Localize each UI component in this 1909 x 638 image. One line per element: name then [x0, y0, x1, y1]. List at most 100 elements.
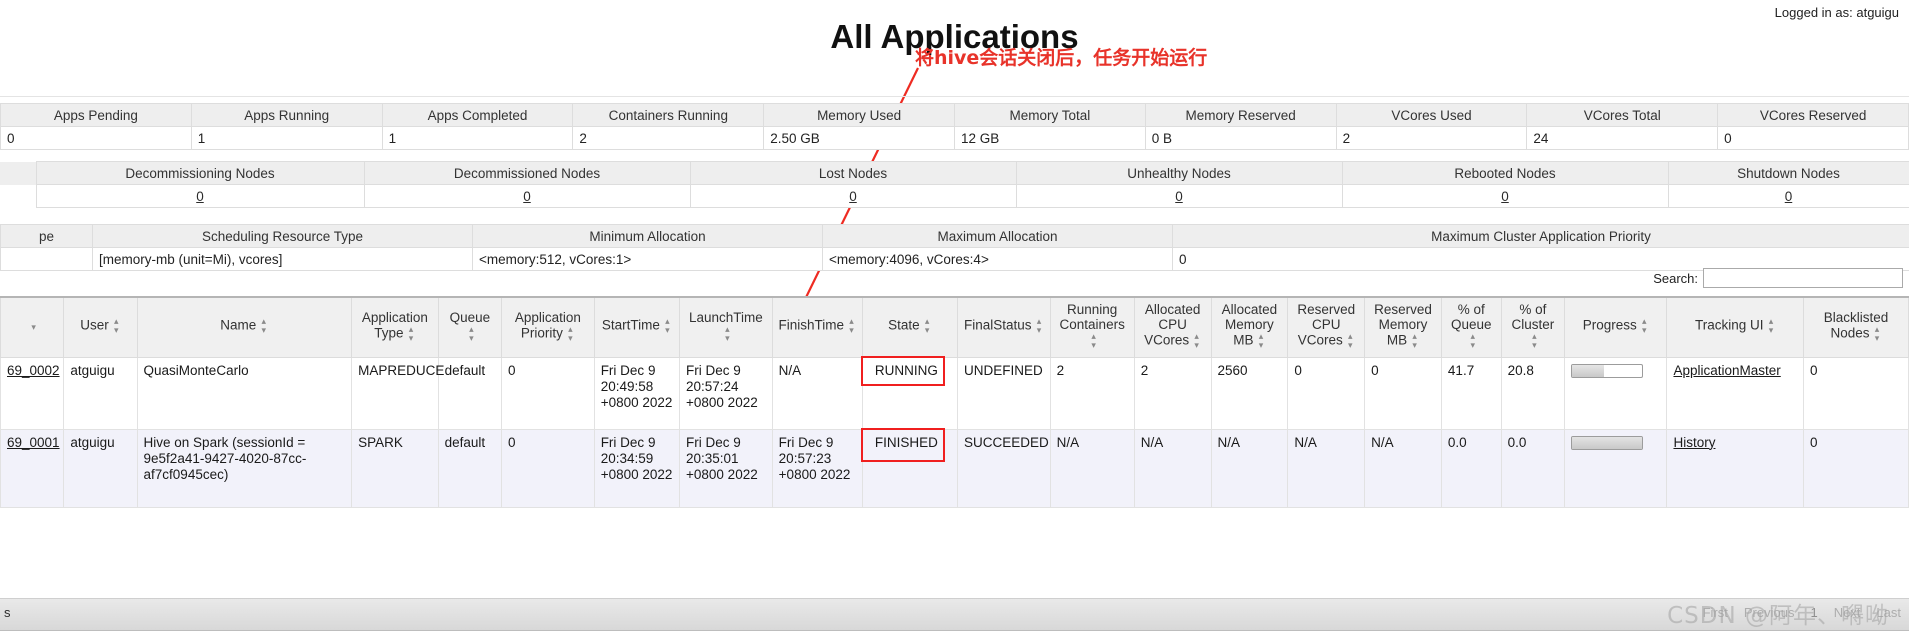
- cell-reserved-cpu-vcores: 0: [1287, 357, 1366, 430]
- applications-table-container: ▾ User ▴ ▾ Name ▴ ▾ Application Type ▴ ▾ Queue…: [0, 296, 1909, 598]
- annotation-text: 将hive会话关闭后，任务开始运行: [915, 47, 1208, 69]
- metric-header-maximum-allocation: Maximum Allocation: [822, 224, 1173, 248]
- column-header-pct-of-queue[interactable]: % of Queue ▴ ▾: [1440, 296, 1502, 358]
- metric-header-vcores-used: VCores Used: [1335, 103, 1528, 127]
- column-header-allocated-memory-mb[interactable]: Allocated Memory MB ▴ ▾: [1210, 296, 1289, 358]
- search-input[interactable]: [1703, 268, 1903, 288]
- cell-name: QuasiMonteCarlo: [136, 357, 353, 430]
- sort-icon: ▴ ▾: [725, 323, 730, 343]
- sort-icon: ▴ ▾: [924, 316, 930, 336]
- scheduler-metrics-header-row: pe Scheduling Resource Type Minimum Allo…: [0, 224, 1909, 248]
- lost-nodes-link[interactable]: 0: [849, 189, 857, 204]
- cell-pct-of-queue: 41.7: [1440, 357, 1502, 430]
- column-header-id[interactable]: ▾: [0, 296, 65, 358]
- table-row[interactable]: 69_0002 atguigu QuasiMonteCarlo MAPREDUC…: [0, 355, 1909, 430]
- table-row[interactable]: 69_0001 atguigu Hive on Spark (sessionId…: [0, 427, 1909, 508]
- cell-user: atguigu: [63, 357, 138, 430]
- rebooted-nodes-link[interactable]: 0: [1501, 189, 1509, 204]
- metric-header-memory-total: Memory Total: [953, 103, 1146, 127]
- column-header-application-priority[interactable]: Application Priority ▴ ▾: [501, 296, 595, 358]
- cell-finish-time: N/A: [771, 357, 863, 430]
- metric-header-apps-running: Apps Running: [190, 103, 383, 127]
- cell-pct-of-queue: 0.0: [1440, 429, 1502, 508]
- node-metrics-header-row: Decommissioning Nodes Decommissioned Nod…: [0, 161, 1909, 185]
- metric-header-decommissioning-nodes: Decommissioning Nodes: [35, 161, 365, 185]
- cell-blacklisted-nodes: 0: [1803, 429, 1909, 508]
- column-header-launch-time[interactable]: LaunchTime ▴ ▾: [679, 296, 773, 358]
- column-header-state[interactable]: State ▴ ▾: [861, 296, 958, 358]
- cell-running-containers: 2: [1049, 357, 1135, 430]
- cell-launch-time: Fri Dec 9 20:35:01 +0800 2022: [679, 429, 773, 508]
- metric-value-apps-running: 1: [190, 126, 383, 150]
- metric-header-shutdown-nodes: Shutdown Nodes: [1667, 161, 1909, 185]
- cell-application-priority: 0: [501, 357, 595, 430]
- sort-icon: ▴ ▾: [1768, 316, 1774, 336]
- column-header-name[interactable]: Name ▴ ▾: [136, 296, 353, 358]
- search-area: Search:: [1653, 268, 1903, 288]
- cell-allocated-memory-mb: N/A: [1210, 429, 1289, 508]
- sort-icon: ▴ ▾: [568, 323, 573, 343]
- cell-application-type: MAPREDUCE: [351, 357, 444, 430]
- showing-entries-label: s: [4, 605, 11, 620]
- cell-user: atguigu: [63, 429, 138, 508]
- column-header-allocated-cpu-vcores[interactable]: Allocated CPU VCores ▴ ▾: [1133, 296, 1212, 358]
- shutdown-nodes-link[interactable]: 0: [1785, 189, 1793, 204]
- cell-reserved-memory-mb: 0: [1364, 357, 1442, 430]
- cell-pct-of-cluster: 0.0: [1500, 429, 1566, 508]
- metric-header-scheduler-type: pe: [0, 224, 93, 248]
- column-header-start-time[interactable]: StartTime ▴ ▾: [593, 296, 681, 358]
- sort-icon: ▴ ▾: [1470, 331, 1476, 351]
- cell-tracking-ui: ApplicationMaster: [1666, 357, 1804, 430]
- column-header-application-type[interactable]: Application Type ▴ ▾: [351, 296, 439, 358]
- sort-icon: ▴ ▾: [1642, 316, 1647, 336]
- column-header-progress[interactable]: Progress ▴ ▾: [1564, 296, 1668, 358]
- sort-icon: ▴ ▾: [1532, 331, 1537, 351]
- cell-blacklisted-nodes: 0: [1803, 357, 1909, 430]
- state-value: RUNNING: [874, 362, 938, 378]
- cell-reserved-cpu-vcores: N/A: [1287, 429, 1366, 508]
- unhealthy-nodes-link[interactable]: 0: [1175, 189, 1183, 204]
- metric-value-scheduling-resource-type: [memory-mb (unit=Mi), vcores]: [92, 247, 473, 271]
- column-header-finish-time[interactable]: FinishTime ▴ ▾: [771, 296, 863, 358]
- cell-final-status: SUCCEEDED: [956, 429, 1051, 508]
- node-metrics-value-row: 0 0 0 0 0 0: [0, 184, 1909, 208]
- sort-desc-icon: ▾: [31, 321, 36, 332]
- table-footer: s First Previous 1 Next Last: [0, 598, 1909, 631]
- cluster-metrics-table: Apps Pending Apps Running Apps Completed…: [0, 103, 1909, 150]
- watermark: CSDN @阿年、嘚呦: [1667, 603, 1889, 629]
- metric-value-minimum-allocation: <memory:512, vCores:1>: [472, 247, 823, 271]
- node-metrics-spacer: [0, 161, 36, 185]
- metric-header-apps-pending: Apps Pending: [0, 103, 192, 127]
- metric-value-maximum-allocation: <memory:4096, vCores:4>: [822, 247, 1173, 271]
- cell-pct-of-cluster: 20.8: [1500, 357, 1566, 430]
- sort-icon: ▴ ▾: [113, 316, 119, 336]
- yarn-resourcemanager-page: Logged in as: atguigu All Applications 将…: [0, 0, 1909, 638]
- decommissioned-nodes-link[interactable]: 0: [523, 189, 531, 204]
- cell-state: FINISHED: [860, 427, 958, 508]
- tracking-ui-link[interactable]: ApplicationMaster: [1673, 363, 1780, 378]
- tracking-ui-link[interactable]: History: [1673, 435, 1715, 450]
- decommissioning-nodes-link[interactable]: 0: [196, 189, 204, 204]
- applications-table: ▾ User ▴ ▾ Name ▴ ▾ Application Type ▴ ▾ Queue…: [0, 296, 1909, 508]
- sort-icon: ▴ ▾: [261, 316, 267, 336]
- metric-value-vcores-used: 2: [1335, 126, 1528, 150]
- application-id-link[interactable]: 69_0001: [7, 435, 60, 450]
- column-header-reserved-memory-mb[interactable]: Reserved Memory MB ▴ ▾: [1364, 296, 1442, 358]
- column-header-user[interactable]: User ▴ ▾: [63, 296, 138, 358]
- metric-header-unhealthy-nodes: Unhealthy Nodes: [1015, 161, 1343, 185]
- metric-value-vcores-reserved: 0: [1717, 126, 1909, 150]
- metric-header-decommissioned-nodes: Decommissioned Nodes: [363, 161, 691, 185]
- cell-queue: default: [437, 357, 503, 430]
- column-header-final-status[interactable]: FinalStatus ▴ ▾: [956, 296, 1051, 358]
- application-id-link[interactable]: 69_0002: [7, 363, 60, 378]
- state-value: FINISHED: [874, 434, 938, 450]
- column-header-reserved-cpu-vcores[interactable]: Reserved CPU VCores ▴ ▾: [1287, 296, 1366, 358]
- column-header-running-containers[interactable]: Running Containers ▴ ▾: [1049, 296, 1135, 358]
- metric-header-rebooted-nodes: Rebooted Nodes: [1341, 161, 1669, 185]
- metric-value-vcores-total: 24: [1526, 126, 1719, 150]
- column-header-blacklisted-nodes[interactable]: Blacklisted Nodes ▴ ▾: [1803, 296, 1909, 358]
- column-header-queue[interactable]: Queue ▴ ▾: [437, 296, 503, 358]
- column-header-tracking-ui[interactable]: Tracking UI ▴ ▾: [1666, 296, 1804, 358]
- column-header-pct-of-cluster[interactable]: % of Cluster ▴ ▾: [1500, 296, 1566, 358]
- cell-application-id: 69_0002: [0, 357, 65, 430]
